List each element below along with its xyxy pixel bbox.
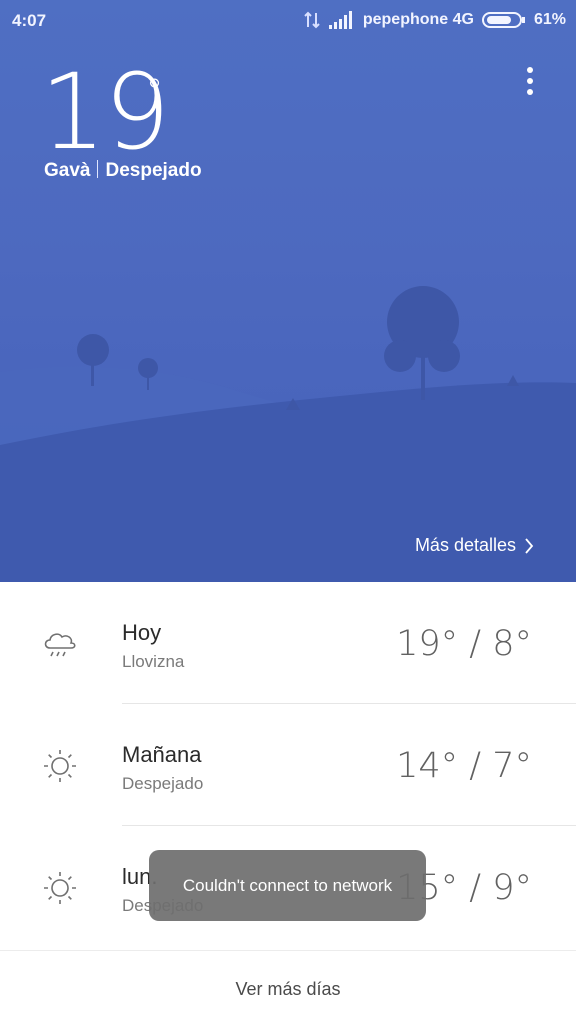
weather-app: 4:07 pepephone 4G 61% 19 ° Gavà Despejad… [0,0,576,1024]
toast-message: Couldn't connect to network [149,850,426,921]
separator [97,160,99,178]
more-details-link[interactable]: Más detalles [415,535,534,556]
weather-hero: 4:07 pepephone 4G 61% 19 ° Gavà Despejad… [0,0,576,582]
forecast-condition: Llovizna [122,652,185,671]
forecast-condition: Despejado [122,774,204,793]
status-bar: 4:07 pepephone 4G 61% [0,0,576,40]
toast-text: Couldn't connect to network [182,875,393,895]
battery-percent: 61% [533,11,566,28]
menu-dot-icon [527,78,533,84]
menu-dot-icon [527,89,533,95]
sun-icon [44,872,76,904]
drizzle-cloud-icon [44,633,76,657]
chevron-right-icon [525,537,534,554]
forecast-row[interactable]: Mañana Despejado 14° / 7° [0,704,576,826]
more-days-button[interactable]: Ver más días [0,979,576,1000]
sun-icon [44,750,76,782]
menu-dot-icon [527,67,533,73]
forecast-day: Hoy [122,620,162,645]
more-days-area: Ver más días [0,950,576,1024]
status-time: 4:07 [12,11,47,30]
forecast-temperature-range: 14° / 7° [396,746,532,786]
status-right: pepephone 4G 61% [303,9,566,31]
signal-icon [328,11,352,29]
carrier-label: pepephone 4G [362,11,474,28]
location-line: Gavà Despejado [44,160,202,182]
forecast-temperature-range: 19° / 8° [396,624,532,664]
forecast-row[interactable]: Hoy Llovizna 19° / 8° [0,582,576,704]
more-details-label: Más detalles [414,535,516,555]
forecast-day: Mañana [122,742,202,767]
city-name: Gavà [44,160,91,181]
data-transfer-icon [304,11,320,29]
overflow-menu-button[interactable] [518,64,542,98]
degree-symbol: ° [146,72,163,112]
battery-icon [481,12,525,28]
current-condition: Despejado [105,160,202,181]
